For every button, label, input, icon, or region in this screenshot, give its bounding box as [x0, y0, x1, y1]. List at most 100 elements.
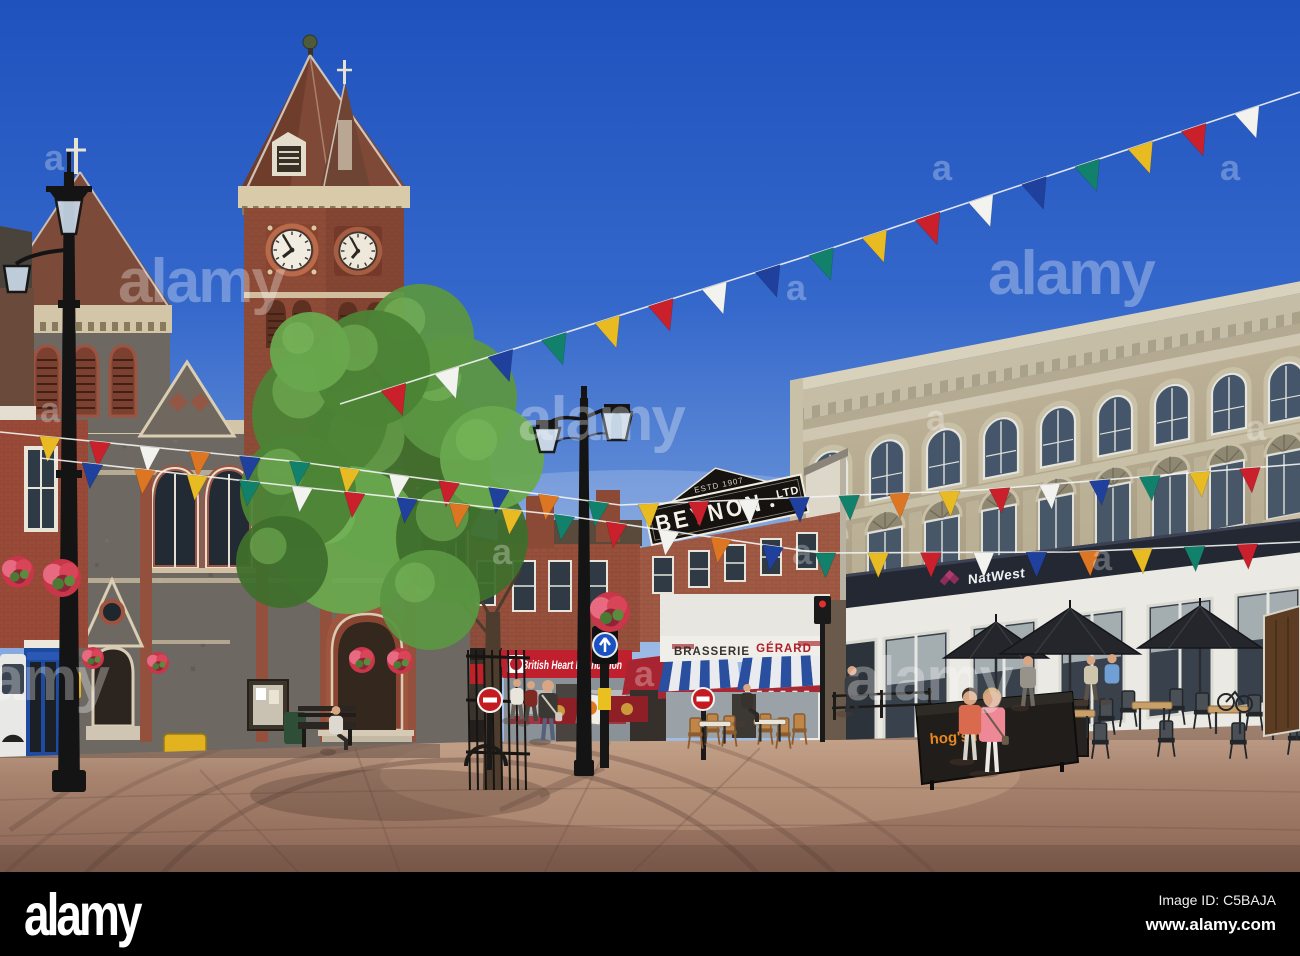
flowers — [10, 572, 20, 582]
dentil — [924, 382, 932, 397]
dentil — [1244, 320, 1252, 335]
dentil — [124, 322, 130, 331]
flowers — [159, 661, 166, 668]
dentil — [1132, 342, 1140, 356]
photo: NatWest British Heart Foundation BRASSER… — [0, 0, 1300, 872]
dentil — [1100, 348, 1108, 363]
awning-stripe — [791, 655, 803, 687]
cafe-table[interactable] — [1131, 701, 1173, 710]
watermark-mark: a — [932, 147, 953, 188]
flowers — [355, 660, 364, 668]
flowers — [401, 659, 409, 667]
dentil — [972, 373, 980, 388]
window — [1267, 361, 1300, 425]
cafe-chair[interactable] — [1195, 692, 1210, 713]
flowers — [600, 612, 612, 624]
dentil — [1084, 351, 1092, 366]
watermark-mark: a — [1092, 537, 1113, 578]
alamy-footer-bar: alamy Image ID: C5BAJA www.alamy.com — [0, 872, 1300, 956]
flowers — [64, 575, 75, 587]
dentil — [160, 322, 166, 331]
awning-stripe — [780, 656, 792, 688]
dentil — [1212, 326, 1220, 341]
dentil — [76, 322, 82, 331]
watermark-text: alamy — [118, 247, 286, 316]
dentil — [1196, 329, 1204, 344]
dentil — [112, 322, 118, 331]
cafe-chair[interactable] — [793, 713, 806, 731]
watermark-text: alamy — [0, 645, 110, 714]
alamy-stock-photo-page: NatWest British Heart Foundation BRASSER… — [0, 0, 1300, 956]
dentil — [1052, 357, 1060, 372]
brasserie-sign-word2: GÉRARD — [756, 642, 812, 655]
watermark-mark: a — [1220, 147, 1241, 188]
flowers — [19, 569, 29, 579]
dentil — [88, 322, 94, 331]
brasserie-sign-word1: BRASSERIE — [674, 646, 750, 658]
foliage — [236, 516, 328, 608]
dentil — [1148, 339, 1156, 353]
dentil — [148, 322, 154, 331]
yellow-band — [598, 688, 611, 710]
dentil — [1020, 364, 1028, 378]
cafe-chair[interactable] — [1159, 720, 1174, 741]
dentil — [1068, 354, 1076, 369]
dentil — [1228, 323, 1236, 338]
town-square-photo: NatWest British Heart Foundation BRASSER… — [0, 0, 1300, 872]
watermark-text: alamy — [518, 385, 686, 454]
watermark-mark: a — [634, 653, 655, 694]
dentil — [988, 370, 996, 384]
dentil — [52, 322, 58, 331]
alamy-logo: alamy — [24, 880, 142, 948]
cafe-table[interactable] — [698, 720, 732, 728]
dentil — [892, 389, 900, 403]
dentil — [908, 385, 916, 400]
foliage — [380, 550, 480, 650]
cafe-chair[interactable] — [1231, 722, 1246, 743]
awning-stripe — [699, 660, 710, 690]
dentil — [1180, 333, 1188, 347]
dentil — [1116, 345, 1124, 360]
louvre — [108, 344, 138, 418]
lantern — [2, 264, 32, 294]
lantern — [54, 198, 84, 236]
awning-stripe — [709, 659, 721, 689]
watermark-mark: a — [492, 531, 513, 572]
flowers — [393, 661, 402, 669]
dentil — [876, 392, 884, 406]
dentil — [1292, 311, 1300, 325]
watermark-mark: a — [40, 389, 61, 430]
tree-shadow — [250, 769, 550, 821]
dentil — [860, 395, 868, 409]
dentil — [1036, 361, 1044, 375]
watermark-mark: a — [1246, 407, 1267, 448]
watermark-text: alamy — [988, 239, 1156, 308]
alamy-url: www.alamy.com — [1145, 914, 1276, 934]
dentil — [1260, 317, 1268, 332]
dentil — [100, 322, 106, 331]
watermark-mark: a — [792, 531, 813, 572]
brown-door — [1263, 604, 1300, 738]
dentil — [136, 322, 142, 331]
dentil — [1004, 367, 1012, 381]
dentil — [828, 401, 836, 416]
watermark-text: alamy — [846, 645, 1014, 714]
watermark-mark: a — [926, 397, 947, 438]
clock-face-right — [333, 226, 383, 276]
dentil — [40, 322, 46, 331]
cafe-chair[interactable] — [1093, 722, 1108, 743]
dentil — [956, 376, 964, 391]
watermark-mark: a — [44, 137, 65, 178]
flowers — [363, 658, 371, 666]
dentil — [1276, 314, 1284, 328]
dentil — [1164, 336, 1172, 350]
image-id: Image ID: C5BAJA — [1158, 891, 1277, 908]
notice-board — [247, 679, 289, 731]
dentil — [812, 404, 820, 419]
dentil — [940, 379, 948, 394]
flowers — [52, 578, 64, 590]
flowers — [612, 609, 624, 621]
dentil — [844, 398, 852, 412]
foliage — [270, 312, 350, 392]
watermark-mark: a — [786, 267, 807, 308]
